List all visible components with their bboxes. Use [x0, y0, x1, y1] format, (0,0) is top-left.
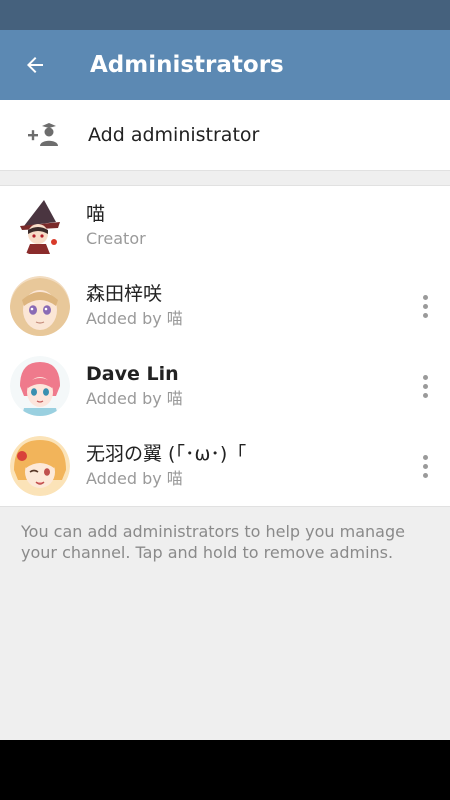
add-administrator-button[interactable]: Add administrator: [0, 100, 450, 171]
add-administrator-label: Add administrator: [88, 124, 260, 146]
system-navigation-bar: [0, 740, 450, 800]
avatar: [10, 196, 70, 256]
admin-added-by: Added by 喵: [86, 469, 183, 488]
page-title: Administrators: [90, 52, 284, 78]
app-bar: Administrators: [0, 30, 450, 100]
admin-name: Dave Lin: [86, 363, 179, 385]
more-vertical-icon: [422, 294, 428, 318]
admin-name: 喵: [86, 203, 106, 225]
more-options-button[interactable]: [400, 426, 450, 506]
admin-added-by: Added by 喵: [86, 389, 183, 408]
admin-hint-text: You can add administrators to help you m…: [21, 522, 405, 562]
more-vertical-icon: [422, 374, 428, 398]
section-divider: [0, 171, 450, 185]
admin-added-by: Added by 喵: [86, 309, 183, 328]
admin-row[interactable]: 无羽の翼 (「･ω･)「 Added by 喵: [0, 426, 450, 506]
admin-list: 喵 Creator 森田梓咲 Added by 喵 Dave Lin Added…: [0, 185, 450, 507]
admin-name: 无羽の翼 (「･ω･)「: [86, 443, 247, 465]
arrow-left-icon: [27, 57, 43, 73]
avatar: [10, 356, 70, 416]
admin-role: Creator: [86, 229, 146, 248]
add-admin-icon: [0, 100, 88, 170]
admin-row[interactable]: Dave Lin Added by 喵: [0, 346, 450, 426]
more-options-button[interactable]: [400, 346, 450, 426]
more-vertical-icon: [422, 454, 428, 478]
avatar: [10, 436, 70, 496]
admin-row[interactable]: 森田梓咲 Added by 喵: [0, 266, 450, 346]
more-options-button[interactable]: [400, 266, 450, 346]
avatar: [10, 276, 70, 336]
admin-name: 森田梓咲: [86, 283, 163, 305]
admin-row[interactable]: 喵 Creator: [0, 186, 450, 266]
status-bar: [0, 0, 450, 30]
back-button[interactable]: [0, 30, 70, 100]
